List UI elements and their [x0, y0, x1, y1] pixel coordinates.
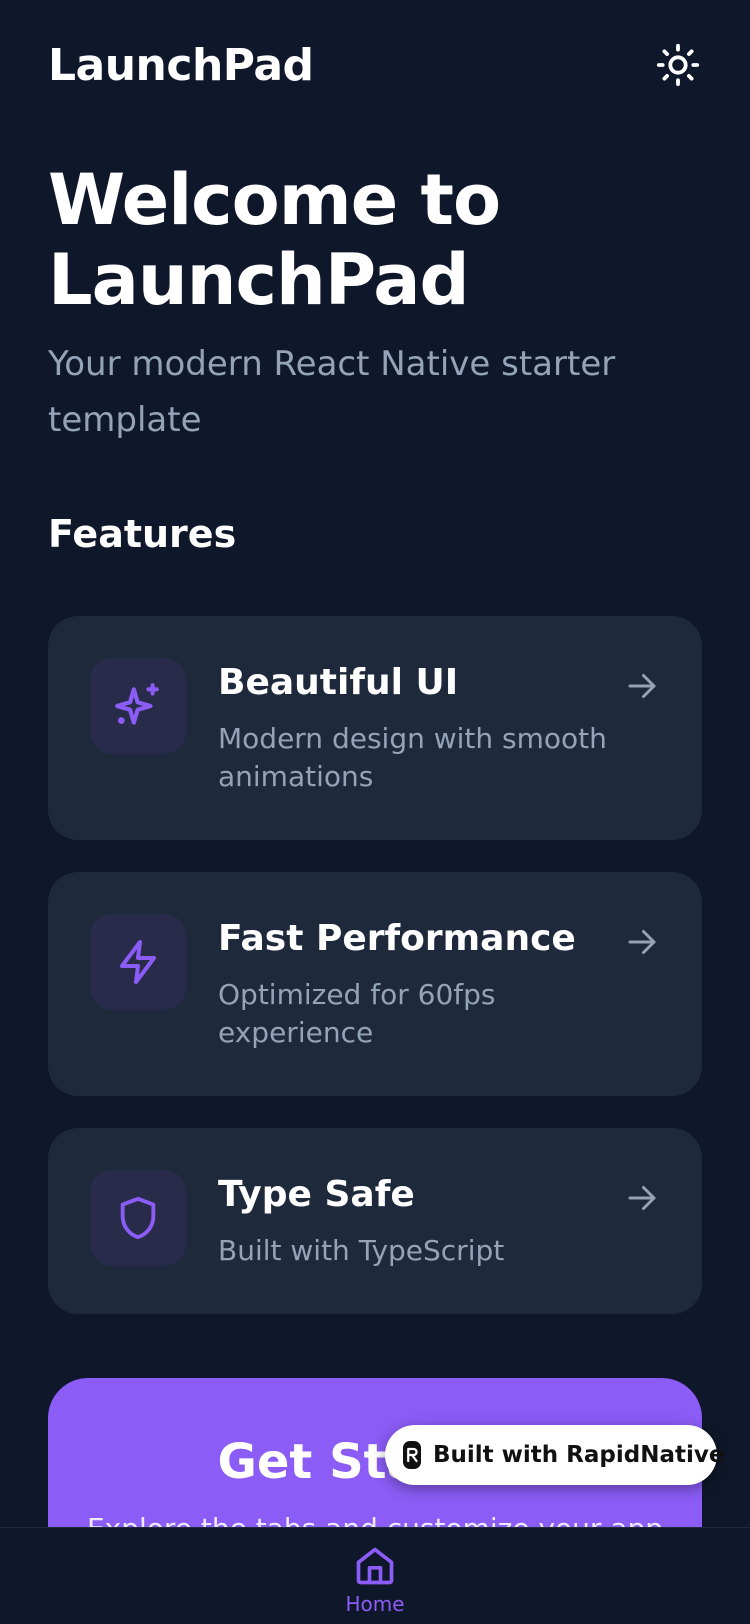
feature-description: Built with TypeScript	[218, 1234, 505, 1267]
hero-title-line1: Welcome to	[48, 159, 501, 241]
hero-title-line2: LaunchPad	[48, 239, 470, 321]
feature-card-fast-performance[interactable]: Fast Performance Optimized for 60fps exp…	[48, 872, 702, 1096]
features-section-title: Features	[48, 512, 237, 556]
hero-subtitle: Your modern React Native starter templat…	[48, 344, 616, 440]
built-with-rapidnative-badge[interactable]: Built with RapidNative	[385, 1425, 724, 1485]
feature-description: Optimized for 60fps experience	[218, 978, 496, 1049]
zap-icon	[120, 940, 156, 984]
feature-title: Type Safe	[218, 1174, 415, 1215]
bottom-tab-bar: Home	[0, 1527, 750, 1624]
feature-title: Fast Performance	[218, 918, 576, 959]
home-icon	[356, 1547, 394, 1585]
sun-icon	[656, 43, 700, 87]
feature-description: Modern design with smooth animations	[218, 722, 607, 793]
feature-card-type-safe[interactable]: Type Safe Built with TypeScript	[48, 1128, 702, 1314]
arrow-right-icon	[628, 930, 656, 954]
feature-card-beautiful-ui[interactable]: Beautiful UI Modern design with smooth a…	[48, 616, 702, 840]
home-screen: LaunchPad Welcome to LaunchPad Your mode…	[0, 0, 750, 1624]
feature-icon-tile	[90, 1170, 186, 1266]
arrow-right-icon	[628, 1186, 656, 1210]
sparkles-icon	[115, 683, 159, 725]
hero-title: Welcome to LaunchPad	[48, 160, 688, 320]
feature-title: Beautiful UI	[218, 662, 459, 703]
tab-home[interactable]: Home	[0, 1528, 750, 1624]
theme-toggle-button[interactable]	[654, 41, 702, 89]
arrow-right-icon	[628, 674, 656, 698]
shield-icon	[120, 1196, 156, 1240]
badge-label: Built with RapidNative	[433, 1442, 725, 1468]
feature-icon-tile	[90, 914, 186, 1010]
rapidnative-logo-icon	[403, 1441, 421, 1469]
tab-home-label: Home	[345, 1592, 405, 1616]
app-title: LaunchPad	[48, 39, 314, 91]
header: LaunchPad	[48, 36, 702, 94]
feature-icon-tile	[90, 658, 186, 754]
